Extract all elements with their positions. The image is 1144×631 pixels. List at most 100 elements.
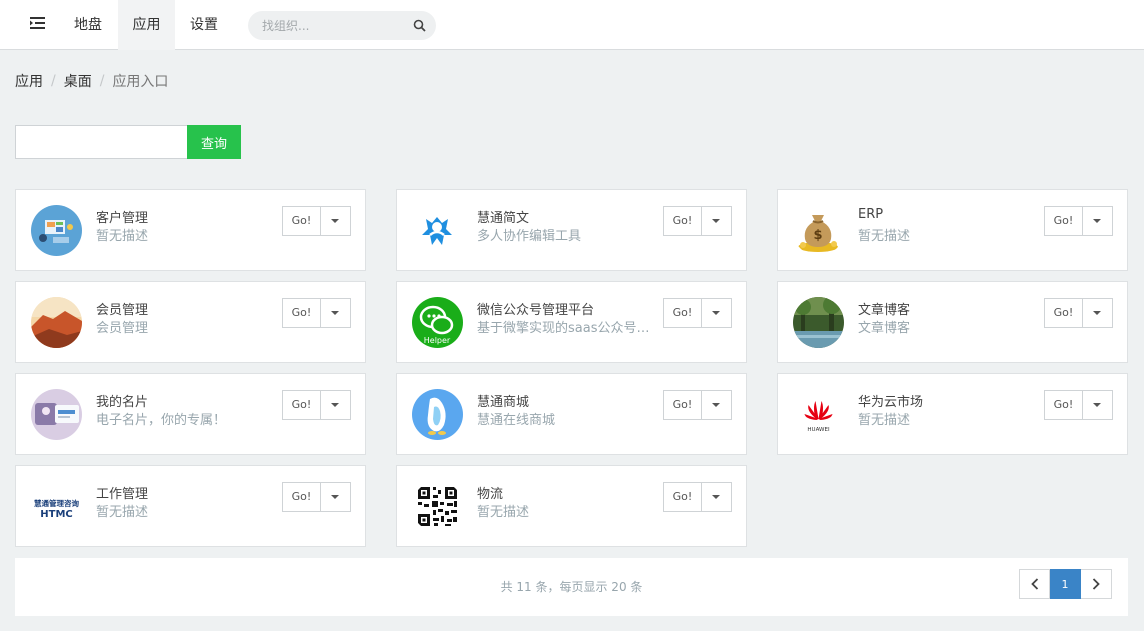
huawei-wordmark: HUAWEI (807, 427, 830, 433)
app-desc: 暂无描述 (858, 413, 911, 428)
app-title: ERP (858, 207, 884, 222)
go-button[interactable]: Go! (663, 482, 702, 512)
app-desc: 暂无描述 (96, 505, 149, 520)
org-search (248, 11, 436, 40)
go-button-group: Go! (663, 298, 732, 328)
go-button[interactable]: Go! (282, 390, 321, 420)
app-title: 文章博客 (858, 303, 911, 318)
dropdown-caret-icon[interactable] (1083, 390, 1113, 420)
search-icon[interactable] (413, 19, 426, 32)
go-button-group: Go! (282, 206, 351, 236)
dropdown-caret-icon[interactable] (321, 206, 351, 236)
htmc-cn-label: 慧通管理咨询 (34, 498, 79, 508)
breadcrumb-app-entry: 应用入口 (112, 74, 169, 90)
go-button-group: Go! (663, 482, 732, 512)
app-card-huitong-jianwen: 慧通简文 多人协作编辑工具 Go! (396, 189, 747, 271)
go-button-group: Go! (663, 206, 732, 236)
nav-item-dipan[interactable]: 地盘 (62, 0, 114, 50)
app-title: 慧通简文 (477, 211, 530, 226)
wechat-helper-label: Helper (424, 336, 451, 345)
wechat-helper-icon: Helper (412, 297, 463, 348)
go-button-group: Go! (282, 298, 351, 328)
query-input[interactable] (15, 125, 188, 159)
app-desc: 慧通在线商城 (477, 413, 556, 428)
app-card-article-blog: 文章博客 文章博客 Go! (777, 281, 1128, 363)
dropdown-caret-icon[interactable] (321, 482, 351, 512)
dropdown-caret-icon[interactable] (702, 482, 732, 512)
app-card-huitong-mall: 慧通商城 慧通在线商城 Go! (396, 373, 747, 455)
member-management-icon (31, 297, 82, 348)
dropdown-caret-icon[interactable] (1083, 206, 1113, 236)
go-button-group: Go! (282, 390, 351, 420)
app-desc: 电子名片，你的专属！ (96, 413, 227, 428)
breadcrumb-desktop[interactable]: 桌面 (64, 71, 92, 91)
app-card-wechat-platform: Helper 微信公众号管理平台 基于微擎实现的saas公众号管理平台 Go! (396, 281, 747, 363)
go-button[interactable]: Go! (1044, 206, 1083, 236)
prev-page-chevron-left-icon[interactable] (1019, 569, 1050, 599)
breadcrumb-apps[interactable]: 应用 (15, 71, 43, 91)
dropdown-caret-icon[interactable] (321, 298, 351, 328)
app-desc: 基于微擎实现的saas公众号管理平台 (477, 321, 657, 336)
app-desc: 多人协作编辑工具 (477, 229, 582, 244)
app-card-work-management: 慧通管理咨询 HTMC 工作管理 暂无描述 Go! (15, 465, 366, 547)
go-button[interactable]: Go! (282, 482, 321, 512)
go-button[interactable]: Go! (663, 390, 702, 420)
breadcrumb: 应用 / 桌面 / 应用入口 (15, 71, 168, 91)
app-title: 我的名片 (96, 395, 149, 410)
app-title: 工作管理 (96, 487, 149, 502)
app-card-erp: $ ERP 暂无描述 Go! (777, 189, 1128, 271)
dropdown-caret-icon[interactable] (321, 390, 351, 420)
dropdown-caret-icon[interactable] (702, 390, 732, 420)
go-button[interactable]: Go! (663, 298, 702, 328)
htmc-en-label: HTMC (40, 509, 72, 520)
dropdown-caret-icon[interactable] (702, 206, 732, 236)
article-blog-icon (793, 297, 844, 348)
app-card-member-management: 会员管理 会员管理 Go! (15, 281, 366, 363)
pagination: 1 (1019, 569, 1112, 599)
huitong-mall-icon (412, 389, 463, 440)
menu-toggle-icon[interactable] (22, 13, 52, 37)
app-title: 物流 (477, 487, 504, 502)
app-card-logistics: 物流 暂无描述 Go! (396, 465, 747, 547)
go-button-group: Go! (663, 390, 732, 420)
dropdown-caret-icon[interactable] (702, 298, 732, 328)
app-title: 微信公众号管理平台 (477, 303, 595, 318)
go-button[interactable]: Go! (663, 206, 702, 236)
query-button[interactable]: 查询 (187, 125, 241, 159)
next-page-chevron-right-icon[interactable] (1081, 569, 1112, 599)
app-card-customer-management: 客户管理 暂无描述 Go! (15, 189, 366, 271)
page-number[interactable]: 1 (1050, 569, 1081, 599)
go-button-group: Go! (282, 482, 351, 512)
app-title: 华为云市场 (858, 395, 924, 410)
htmc-logo-icon: 慧通管理咨询 HTMC (31, 481, 82, 532)
app-desc: 会员管理 (96, 321, 149, 336)
go-button[interactable]: Go! (282, 206, 321, 236)
business-card-icon (31, 389, 82, 440)
app-desc: 暂无描述 (96, 229, 149, 244)
money-bag-icon: $ (793, 205, 844, 256)
qr-code-icon (412, 481, 463, 532)
app-title: 客户管理 (96, 211, 149, 226)
go-button[interactable]: Go! (1044, 298, 1083, 328)
go-button-group: Go! (1044, 390, 1113, 420)
huawei-icon: HUAWEI (793, 389, 844, 440)
app-card-business-card: 我的名片 电子名片，你的专属！ Go! (15, 373, 366, 455)
app-card-huawei-cloud: HUAWEI 华为云市场 暂无描述 Go! (777, 373, 1128, 455)
nav-item-apps[interactable]: 应用 (118, 0, 175, 50)
org-search-input[interactable] (262, 11, 402, 40)
go-button[interactable]: Go! (282, 298, 321, 328)
go-button[interactable]: Go! (1044, 390, 1083, 420)
record-count: 共 11 条，每页显示 20 条 (500, 580, 643, 594)
app-desc: 暂无描述 (858, 229, 911, 244)
go-button-group: Go! (1044, 206, 1113, 236)
go-button-group: Go! (1044, 298, 1113, 328)
dropdown-caret-icon[interactable] (1083, 298, 1113, 328)
app-desc: 文章博客 (858, 321, 911, 336)
top-navbar: 地盘 应用 设置 (0, 0, 1144, 50)
nav-item-settings[interactable]: 设置 (178, 0, 230, 50)
huitong-jianwen-icon (412, 205, 463, 256)
breadcrumb-separator: / (99, 73, 105, 89)
app-desc: 暂无描述 (477, 505, 530, 520)
customer-management-icon (31, 205, 82, 256)
svg-text:$: $ (813, 228, 822, 243)
